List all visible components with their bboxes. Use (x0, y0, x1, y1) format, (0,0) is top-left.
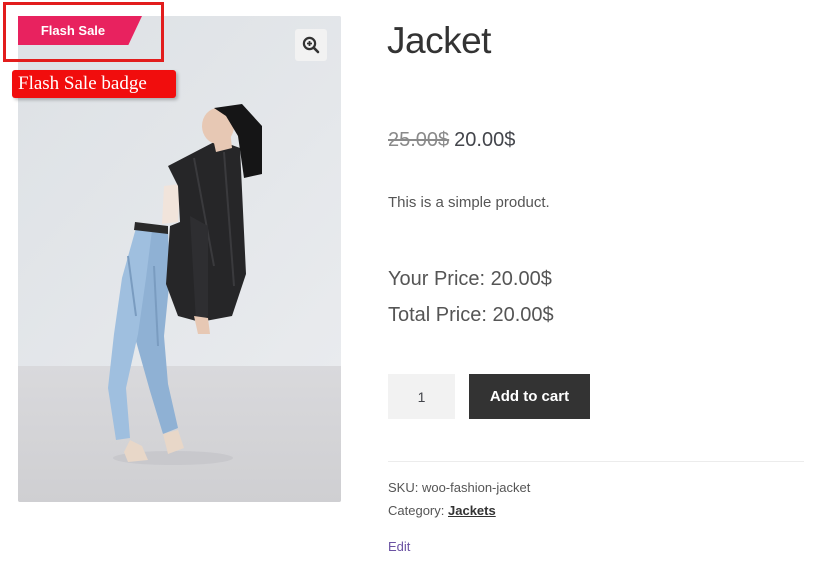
category-prefix: Category: (388, 503, 445, 518)
quantity-input[interactable] (388, 374, 455, 419)
edit-link[interactable]: Edit (388, 539, 410, 554)
category-text: Category: Jackets (388, 503, 496, 518)
product-page: Flash Sale Flash Sale badge Jacket 25.00… (0, 0, 829, 564)
total-price: Total Price: 20.00$ (388, 304, 554, 326)
sale-price: 20.00$ (454, 129, 516, 151)
product-price: 25.00$ 20.00$ (388, 129, 515, 152)
zoom-button[interactable] (295, 29, 327, 61)
regular-price: 25.00$ (388, 129, 450, 151)
your-price: Your Price: 20.00$ (388, 268, 552, 290)
annotation-label: Flash Sale badge (12, 70, 176, 98)
product-title: Jacket (387, 20, 491, 61)
flash-sale-badge: Flash Sale (18, 16, 142, 45)
short-description: This is a simple product. (388, 194, 550, 211)
divider (388, 461, 804, 462)
add-to-cart-button[interactable]: Add to cart (469, 374, 590, 419)
sku-text: SKU: woo-fashion-jacket (388, 480, 531, 495)
zoom-in-icon (302, 36, 320, 54)
category-link[interactable]: Jackets (448, 503, 496, 518)
